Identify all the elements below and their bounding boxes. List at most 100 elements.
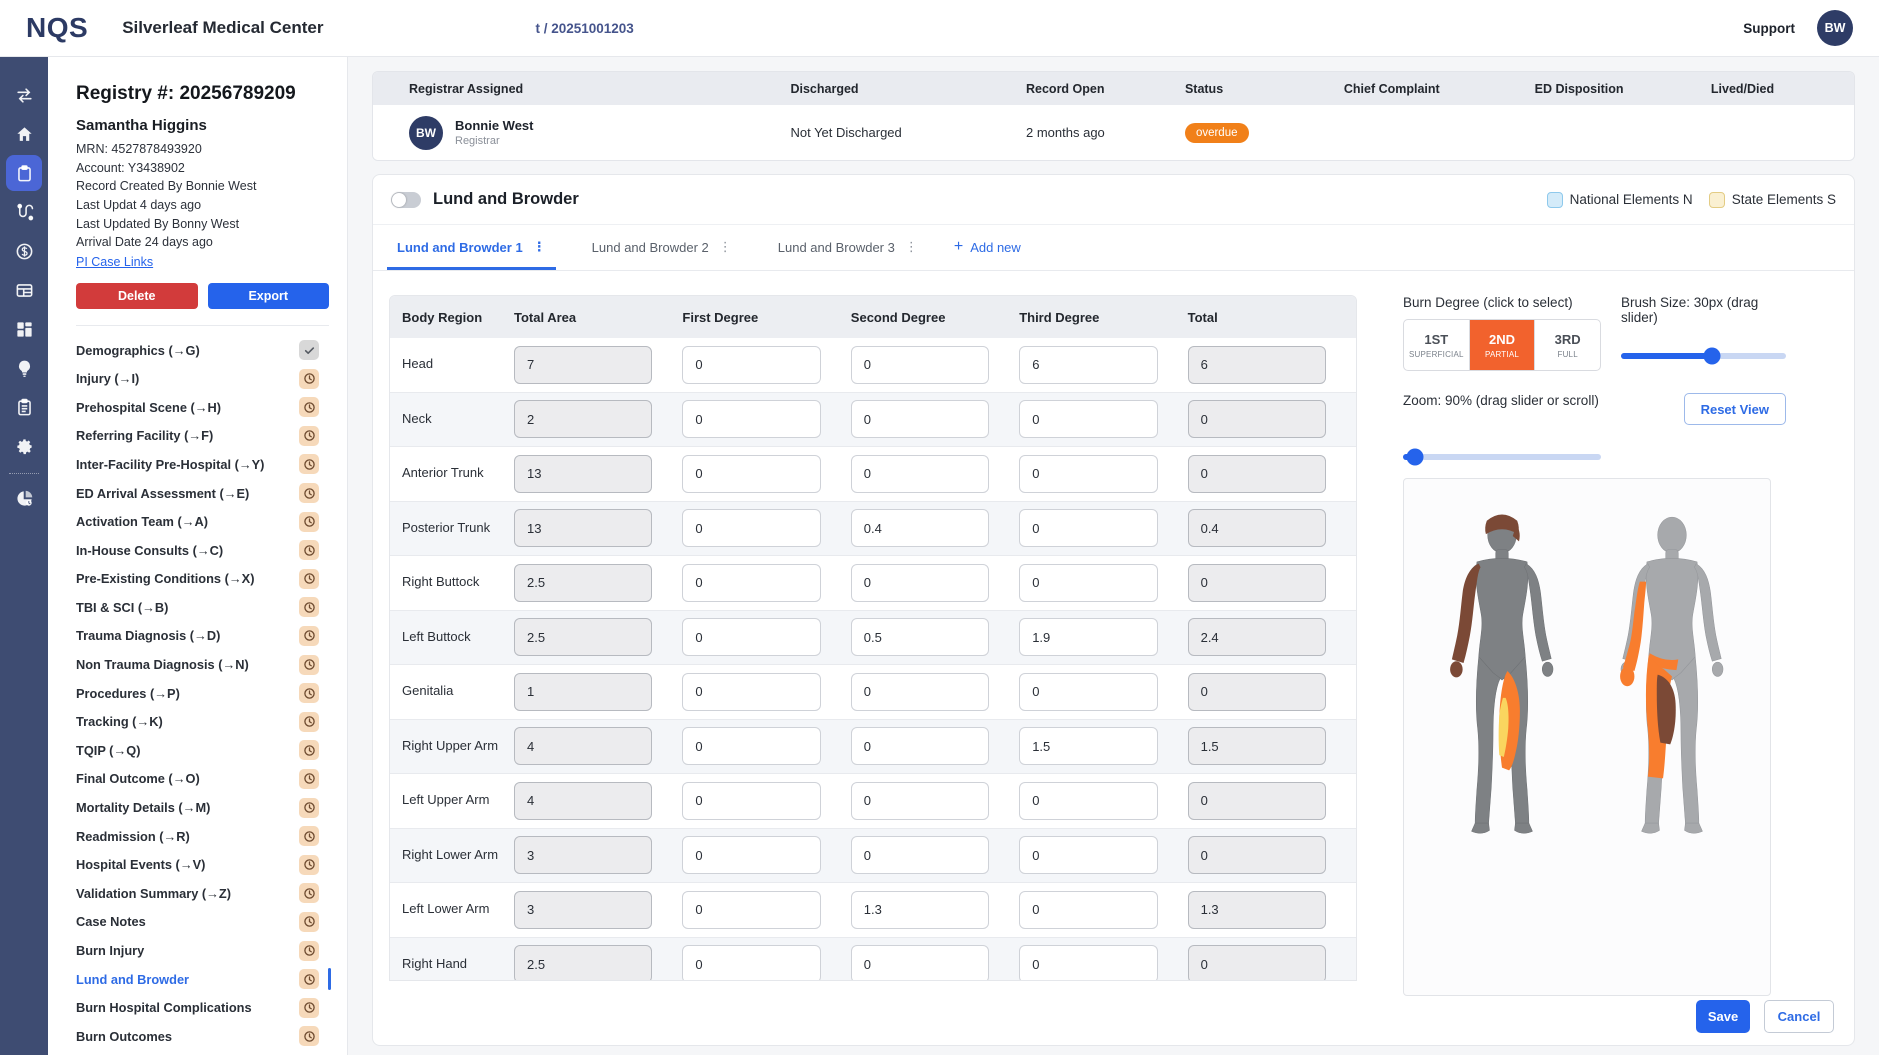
sidebar-item-hospital-events-v[interactable]: Hospital Events (→V): [76, 850, 329, 879]
brush-slider-thumb[interactable]: [1703, 348, 1720, 365]
third-degree-input[interactable]: [1019, 618, 1157, 656]
sidebar-item-pre-existing-conditions-x[interactable]: Pre-Existing Conditions (→X): [76, 565, 329, 594]
sidebar-item-burn-outcomes[interactable]: Burn Outcomes: [76, 1022, 329, 1051]
third-degree-input[interactable]: [1019, 836, 1157, 874]
element-checkbox-state-elements-s[interactable]: State Elements S: [1709, 192, 1836, 208]
pi-case-links[interactable]: PI Case Links: [76, 255, 153, 269]
zoom-slider-thumb[interactable]: [1406, 449, 1423, 466]
third-degree-input[interactable]: [1019, 782, 1157, 820]
first-degree-input[interactable]: [682, 836, 820, 874]
second-degree-input[interactable]: [851, 673, 989, 711]
delete-button[interactable]: Delete: [76, 283, 198, 309]
first-degree-input[interactable]: [682, 945, 820, 981]
sidebar-item-validation-summary-z[interactable]: Validation Summary (→Z): [76, 879, 329, 908]
settings-gear-icon[interactable]: [6, 428, 42, 464]
support-link[interactable]: Support: [1743, 21, 1795, 36]
first-degree-input[interactable]: [682, 891, 820, 929]
first-degree-input[interactable]: [682, 509, 820, 547]
sidebar-item-tqip-q[interactable]: TQIP (→Q): [76, 736, 329, 765]
sidebar-item-ed-arrival-assessment-e[interactable]: ED Arrival Assessment (→E): [76, 479, 329, 508]
home-icon[interactable]: [6, 116, 42, 152]
first-degree-input[interactable]: [682, 782, 820, 820]
sidebar-item-tracking-k[interactable]: Tracking (→K): [76, 707, 329, 736]
tasks-clipboard-icon[interactable]: [6, 389, 42, 425]
second-degree-input[interactable]: [851, 836, 989, 874]
user-avatar[interactable]: BW: [1817, 10, 1853, 46]
second-degree-input[interactable]: [851, 782, 989, 820]
third-degree-input[interactable]: [1019, 455, 1157, 493]
sidebar-item-demographics-g[interactable]: Demographics (→G): [76, 336, 329, 365]
second-degree-input[interactable]: [851, 891, 989, 929]
first-degree-input[interactable]: [682, 400, 820, 438]
second-degree-input[interactable]: [851, 346, 989, 384]
sidebar-item-mortality-details-m[interactable]: Mortality Details (→M): [76, 793, 329, 822]
second-degree-input[interactable]: [851, 509, 989, 547]
third-degree-input[interactable]: [1019, 346, 1157, 384]
modules-grid-icon[interactable]: [6, 311, 42, 347]
sidebar-item-prehospital-scene-h[interactable]: Prehospital Scene (→H): [76, 393, 329, 422]
brush-slider[interactable]: [1621, 353, 1786, 359]
second-degree-input[interactable]: [851, 564, 989, 602]
reports-pie-icon[interactable]: [6, 480, 42, 516]
first-degree-input[interactable]: [682, 455, 820, 493]
third-degree-input[interactable]: [1019, 509, 1157, 547]
sidebar-item-in-house-consults-c[interactable]: In-House Consults (→C): [76, 536, 329, 565]
card-table-icon[interactable]: [6, 272, 42, 308]
sidebar-item-referring-facility-f[interactable]: Referring Facility (→F): [76, 422, 329, 451]
third-degree-input[interactable]: [1019, 727, 1157, 765]
second-degree-input[interactable]: [851, 400, 989, 438]
kebab-menu-icon[interactable]: ⋮: [533, 239, 546, 255]
first-degree-input[interactable]: [682, 727, 820, 765]
sidebar-item-trauma-diagnosis-d[interactable]: Trauma Diagnosis (→D): [76, 622, 329, 651]
third-degree-input[interactable]: [1019, 891, 1157, 929]
registry-clipboard-icon[interactable]: [6, 155, 42, 191]
burn-degree-3rd[interactable]: 3RDFULL: [1535, 320, 1600, 370]
third-degree-input[interactable]: [1019, 564, 1157, 602]
lightbulb-icon[interactable]: [6, 350, 42, 386]
sidebar-item-burn-hospital-complications[interactable]: Burn Hospital Complications: [76, 993, 329, 1022]
sidebar-item-procedures-p[interactable]: Procedures (→P): [76, 679, 329, 708]
kebab-menu-icon[interactable]: ⋮: [905, 239, 918, 255]
route-icon[interactable]: [6, 194, 42, 230]
sidebar-item-lund-and-browder[interactable]: Lund and Browder: [76, 965, 329, 994]
third-degree-input[interactable]: [1019, 945, 1157, 981]
sidebar-item-burn-injury[interactable]: Burn Injury: [76, 936, 329, 965]
billing-dollar-icon[interactable]: [6, 233, 42, 269]
sidebar-item-readmission-r[interactable]: Readmission (→R): [76, 822, 329, 851]
tab-lund-and-browder-3[interactable]: Lund and Browder 3⋮: [768, 239, 928, 270]
zoom-slider[interactable]: [1403, 454, 1601, 460]
breadcrumb[interactable]: t / 20251001203: [535, 21, 633, 36]
body-diagram-canvas[interactable]: [1403, 478, 1771, 996]
cancel-button[interactable]: Cancel: [1764, 1000, 1834, 1033]
second-degree-input[interactable]: [851, 945, 989, 981]
kebab-menu-icon[interactable]: ⋮: [719, 239, 732, 255]
export-button[interactable]: Export: [208, 283, 330, 309]
first-degree-input[interactable]: [682, 673, 820, 711]
first-degree-input[interactable]: [682, 346, 820, 384]
element-checkbox-national-elements-n[interactable]: National Elements N: [1547, 192, 1693, 208]
sidebar-item-case-notes[interactable]: Case Notes: [76, 908, 329, 937]
tab-lund-and-browder-1[interactable]: Lund and Browder 1⋮: [387, 239, 556, 270]
burn-degree-2nd[interactable]: 2NDPARTIAL: [1470, 320, 1536, 370]
record-table-row[interactable]: BW Bonnie West Registrar Not Yet Dischar…: [373, 105, 1854, 160]
burn-degree-1st[interactable]: 1STSUPERFICIAL: [1404, 320, 1470, 370]
third-degree-input[interactable]: [1019, 400, 1157, 438]
sidebar-item-burn-long-term-outcomes[interactable]: Burn Long Term Outcomes: [76, 1051, 329, 1055]
sidebar-item-inter-facility-pre-hospital-y[interactable]: Inter-Facility Pre-Hospital (→Y): [76, 450, 329, 479]
section-collapse-toggle[interactable]: [391, 192, 421, 208]
second-degree-input[interactable]: [851, 455, 989, 493]
second-degree-input[interactable]: [851, 618, 989, 656]
second-degree-input[interactable]: [851, 727, 989, 765]
first-degree-input[interactable]: [682, 618, 820, 656]
swap-arrows-icon[interactable]: [6, 77, 42, 113]
sidebar-item-tbi-sci-b[interactable]: TBI & SCI (→B): [76, 593, 329, 622]
reset-view-button[interactable]: Reset View: [1684, 393, 1786, 425]
sidebar-item-final-outcome-o[interactable]: Final Outcome (→O): [76, 765, 329, 794]
save-button[interactable]: Save: [1696, 1000, 1750, 1033]
tab-lund-and-browder-2[interactable]: Lund and Browder 2⋮: [582, 239, 742, 270]
third-degree-input[interactable]: [1019, 673, 1157, 711]
sidebar-item-injury-i[interactable]: Injury (→I): [76, 364, 329, 393]
sidebar-item-activation-team-a[interactable]: Activation Team (→A): [76, 507, 329, 536]
first-degree-input[interactable]: [682, 564, 820, 602]
sidebar-item-non-trauma-diagnosis-n[interactable]: Non Trauma Diagnosis (→N): [76, 650, 329, 679]
